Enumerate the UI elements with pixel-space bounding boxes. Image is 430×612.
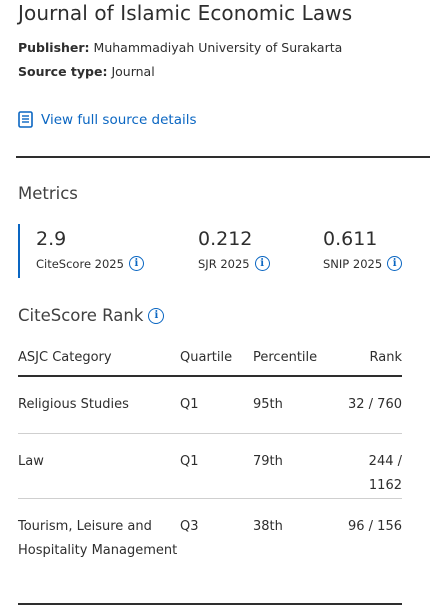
view-full-source-details-link[interactable]: View full source details [18, 111, 197, 128]
citescore-rank-heading: CiteScore Rank [18, 306, 144, 325]
metric-snip: 0.611 SNIP 2025 i [323, 228, 403, 271]
section-divider [16, 156, 430, 158]
info-icon[interactable]: i [254, 256, 270, 271]
column-header-quartile: Quartile [180, 340, 253, 377]
table-header-row: ASJC Category Quartile Percentile Rank [18, 340, 402, 377]
column-header-rank: Rank [333, 340, 402, 377]
rank-cell: 244 / 1162 [333, 433, 402, 499]
quartile-cell: Q1 [180, 433, 253, 499]
metric-citescore: 2.9 CiteScore 2025 i [36, 228, 144, 271]
category-cell: Law [18, 433, 180, 499]
metrics-heading: Metrics [18, 184, 78, 203]
metric-label: SNIP 2025 [323, 256, 383, 271]
info-icon[interactable]: i [128, 256, 144, 271]
column-header-percentile: Percentile [253, 340, 333, 377]
view-details-label: View full source details [41, 111, 197, 128]
publisher-line: Publisher: Muhammadiyah University of Su… [18, 40, 342, 55]
publisher-label: Publisher: [18, 40, 90, 55]
citescore-rank-heading-row: CiteScore Rank i [18, 306, 165, 325]
metric-sjr: 0.212 SJR 2025 i [198, 228, 270, 271]
rank-cell: 32 / 760 [333, 376, 402, 434]
journal-title: Journal of Islamic Economic Laws [18, 1, 353, 25]
category-cell: Tourism, Leisure and Hospitality Managem… [18, 498, 180, 605]
metric-label: CiteScore 2025 [36, 256, 124, 271]
percentile-cell: 79th [253, 433, 333, 499]
table-row: Tourism, Leisure and Hospitality Managem… [18, 498, 402, 605]
table-row: Law Q1 79th 244 / 1162 [18, 433, 402, 499]
publisher-value: Muhammadiyah University of Surakarta [93, 40, 343, 55]
table-row: Religious Studies Q1 95th 32 / 760 [18, 376, 402, 434]
metrics-accent-bar [18, 224, 20, 278]
metric-value: 0.212 [198, 228, 253, 250]
quartile-cell: Q3 [180, 498, 253, 605]
percentile-cell: 38th [253, 498, 333, 605]
info-icon[interactable]: i [148, 307, 165, 324]
metric-label: SJR 2025 [198, 256, 250, 271]
metric-label-row: CiteScore 2025 i [36, 256, 144, 271]
category-cell: Religious Studies [18, 376, 180, 434]
source-type-label: Source type: [18, 64, 108, 79]
source-type-line: Source type: Journal [18, 64, 155, 79]
metric-value: 2.9 [36, 228, 67, 250]
percentile-cell: 95th [253, 376, 333, 434]
document-icon [18, 111, 33, 128]
column-header-category: ASJC Category [18, 340, 180, 377]
metric-value: 0.611 [323, 228, 378, 250]
source-type-value: Journal [111, 64, 155, 79]
rank-cell: 96 / 156 [333, 498, 402, 605]
metric-label-row: SNIP 2025 i [323, 256, 403, 271]
citescore-rank-table: ASJC Category Quartile Percentile Rank R… [18, 340, 402, 605]
info-icon[interactable]: i [387, 256, 403, 271]
quartile-cell: Q1 [180, 376, 253, 434]
metric-label-row: SJR 2025 i [198, 256, 270, 271]
